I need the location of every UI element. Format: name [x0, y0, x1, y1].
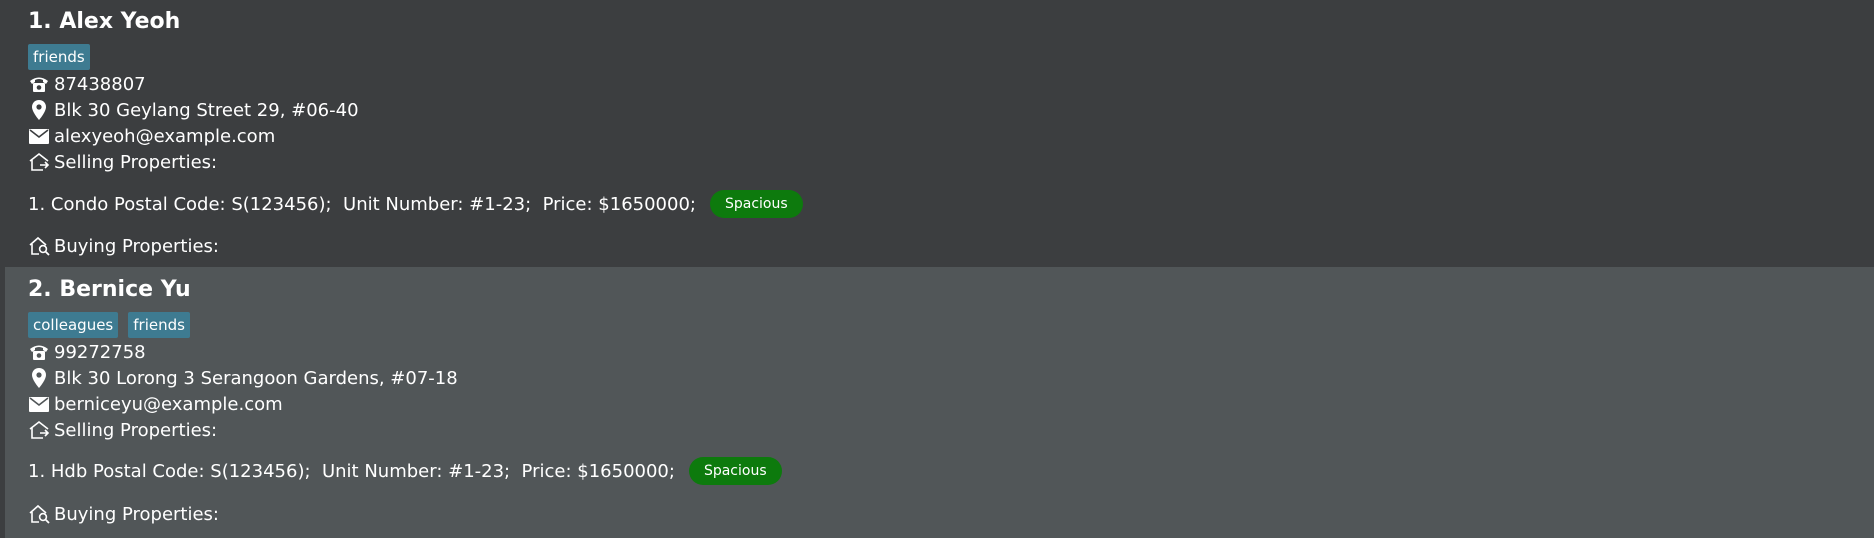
tag-list: friends — [28, 44, 90, 70]
selling-property-item: 1. Condo Postal Code: S(123456); Unit Nu… — [28, 190, 803, 218]
phone-row: 99272758 — [28, 341, 146, 363]
house-search-icon — [28, 235, 50, 257]
buying-properties-label: Buying Properties: — [54, 503, 219, 525]
house-sell-icon — [28, 151, 50, 173]
person-card[interactable]: 1. Alex Yeoh friends 87438807 Blk 30 Gey… — [5, 0, 1874, 267]
house-sell-icon — [28, 419, 50, 441]
location-pin-icon — [28, 99, 50, 121]
email-row: alexyeoh@example.com — [28, 125, 275, 147]
address: Blk 30 Geylang Street 29, #06-40 — [54, 99, 359, 121]
person-name: 2. Bernice Yu — [28, 277, 191, 302]
email-row: berniceyu@example.com — [28, 393, 283, 415]
selling-properties-header: Selling Properties: — [28, 151, 217, 173]
person-list[interactable]: 1. Alex Yeoh friends 87438807 Blk 30 Gey… — [0, 0, 1874, 538]
selling-properties-header: Selling Properties: — [28, 419, 217, 441]
tag: friends — [28, 44, 90, 70]
person-card[interactable]: 2. Bernice Yu colleagues friends 9927275… — [5, 267, 1874, 538]
selling-properties-label: Selling Properties: — [54, 419, 218, 441]
buying-properties-label: Buying Properties: — [54, 235, 219, 257]
property-details: 1. Hdb Postal Code: S(123456); Unit Numb… — [28, 460, 675, 482]
property-tag: Spacious — [688, 457, 782, 485]
address-row: Blk 30 Geylang Street 29, #06-40 — [28, 99, 359, 121]
selling-properties-label: Selling Properties: — [54, 151, 218, 173]
property-details: 1. Condo Postal Code: S(123456); Unit Nu… — [28, 193, 696, 215]
location-pin-icon — [28, 367, 50, 389]
person-name: 1. Alex Yeoh — [28, 9, 181, 34]
phone-icon — [28, 341, 50, 363]
phone-number: 87438807 — [54, 73, 146, 95]
tag-list: colleagues friends — [28, 312, 190, 338]
buying-properties-header: Buying Properties: — [28, 503, 219, 525]
phone-icon — [28, 73, 50, 95]
email-icon — [28, 125, 50, 147]
house-search-icon — [28, 503, 50, 525]
email: berniceyu@example.com — [54, 393, 283, 415]
buying-properties-header: Buying Properties: — [28, 235, 219, 257]
address: Blk 30 Lorong 3 Serangoon Gardens, #07-1… — [54, 367, 458, 389]
phone-number: 99272758 — [54, 341, 146, 363]
selling-property-item: 1. Hdb Postal Code: S(123456); Unit Numb… — [28, 457, 782, 485]
address-row: Blk 30 Lorong 3 Serangoon Gardens, #07-1… — [28, 367, 458, 389]
email-icon — [28, 393, 50, 415]
tag: friends — [128, 312, 190, 338]
property-tag: Spacious — [709, 190, 803, 218]
phone-row: 87438807 — [28, 73, 146, 95]
email: alexyeoh@example.com — [54, 125, 276, 147]
tag: colleagues — [28, 312, 119, 338]
